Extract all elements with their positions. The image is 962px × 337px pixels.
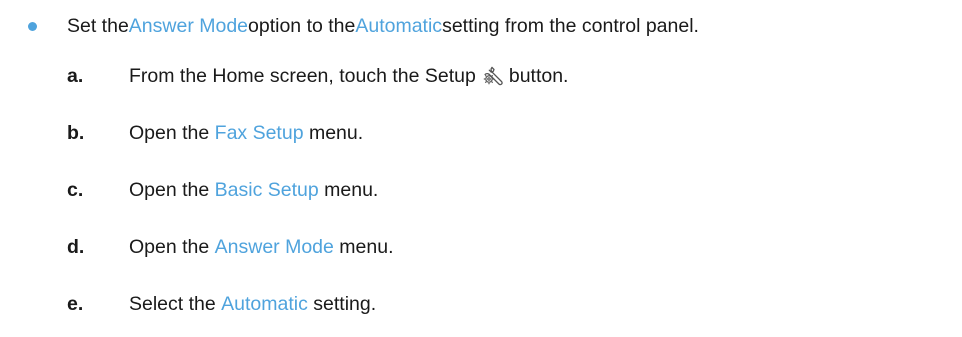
step-text-post: menu. xyxy=(339,236,394,258)
automatic-setting-label: Automatic xyxy=(221,293,308,315)
step-b: b. Open the Fax Setup menu. xyxy=(67,105,568,162)
bullet-item: Set the Answer Mode option to the Automa… xyxy=(28,8,699,44)
step-text-post: setting. xyxy=(313,293,377,315)
automatic-setting-label: Automatic xyxy=(355,14,443,37)
step-a: a. From the Home screen, touch the Setup… xyxy=(67,48,568,105)
intro-text-pre: Set the xyxy=(67,14,129,37)
step-text-post: menu. xyxy=(324,179,379,201)
answer-mode-option-label: Answer Mode xyxy=(128,14,249,37)
basic-setup-menu-label: Basic Setup xyxy=(214,179,319,201)
intro-text-post: setting from the control panel. xyxy=(442,14,699,37)
step-d: d. Open the Answer Mode menu. xyxy=(67,219,568,276)
step-text-pre: Open the xyxy=(129,236,210,258)
setup-icon xyxy=(481,63,505,87)
step-c: c. Open the Basic Setup menu. xyxy=(67,162,568,219)
fax-setup-menu-label: Fax Setup xyxy=(214,122,304,144)
step-text-post: menu. xyxy=(308,122,364,144)
step-text-pre: Open the xyxy=(129,179,210,201)
step-text-pre: Select the xyxy=(129,293,216,315)
step-letter: a. xyxy=(67,65,84,87)
step-letter: d. xyxy=(67,236,85,258)
step-text-pre: From the Home screen, touch the Setup xyxy=(129,65,476,87)
step-text-post: button. xyxy=(508,65,569,87)
step-letter: b. xyxy=(67,122,85,144)
step-letter: c. xyxy=(67,179,84,201)
bullet-dot xyxy=(28,21,37,31)
step-letter: e. xyxy=(67,293,84,315)
step-e: e. Select the Automatic setting. xyxy=(67,276,568,333)
step-list: a. From the Home screen, touch the Setup… xyxy=(67,48,568,333)
step-text-pre: Open the xyxy=(129,122,210,144)
intro-text-mid: option to the xyxy=(248,14,356,37)
answer-mode-menu-label: Answer Mode xyxy=(214,236,334,258)
